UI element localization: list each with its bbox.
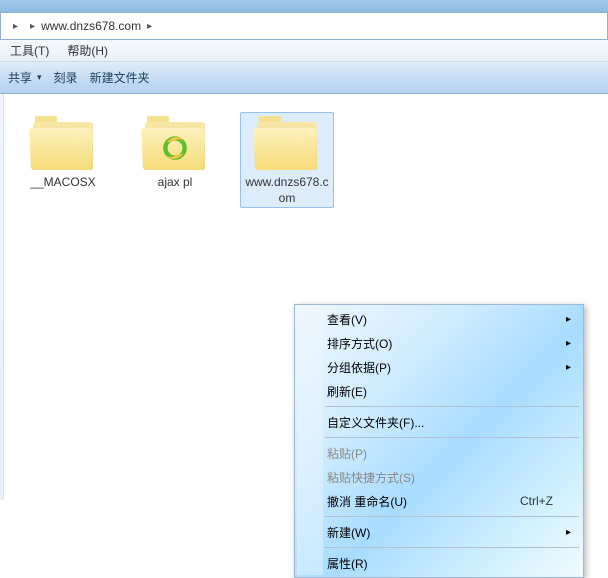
folder-icon <box>143 114 207 170</box>
chevron-right-icon: ▸ <box>566 362 571 373</box>
menu-item-label: 粘贴(P) <box>327 445 367 462</box>
context-menu-item[interactable]: 新建(W) ▸ <box>297 520 581 544</box>
file-item[interactable]: ajax pl <box>128 112 222 192</box>
file-label: www.dnzs678.com <box>242 174 332 206</box>
menu-item-label: 粘贴快捷方式(S) <box>327 469 415 486</box>
folder-icon <box>31 114 95 170</box>
menu-item-label: 自定义文件夹(F)... <box>327 414 424 431</box>
ie-icon <box>161 134 189 162</box>
file-list[interactable]: __MACOSX ajax pl <box>4 94 608 500</box>
menu-separator <box>325 437 579 438</box>
folder-icon <box>255 114 319 170</box>
chevron-right-icon: ▸ <box>13 21 18 32</box>
toolbar-burn[interactable]: 刻录 <box>54 69 78 86</box>
file-item[interactable]: __MACOSX <box>16 112 110 192</box>
file-item[interactable]: www.dnzs678.com <box>240 112 334 208</box>
menu-item-label: 分组依据(P) <box>327 359 391 376</box>
chevron-right-icon: ▸ <box>566 527 571 538</box>
menu-shortcut: Ctrl+Z <box>520 494 553 508</box>
chevron-right-icon: ▸ <box>566 314 571 325</box>
context-menu-item[interactable]: 刷新(E) <box>297 379 581 403</box>
chevron-right-icon: ▸ <box>147 21 152 32</box>
menu-item-label: 刷新(E) <box>327 383 367 400</box>
context-menu-item[interactable]: 自定义文件夹(F)... <box>297 410 581 434</box>
menu-bar: 工具(T) 帮助(H) <box>0 40 608 62</box>
context-menu-item[interactable]: 查看(V) ▸ <box>297 307 581 331</box>
menu-item-label: 查看(V) <box>327 311 367 328</box>
context-menu-item[interactable]: 排序方式(O) ▸ <box>297 331 581 355</box>
menu-item-label: 属性(R) <box>327 555 368 572</box>
menu-help[interactable]: 帮助(H) <box>63 40 112 61</box>
context-menu-item[interactable]: 分组依据(P) ▸ <box>297 355 581 379</box>
toolbar: 共享 刻录 新建文件夹 <box>0 62 608 94</box>
context-menu-item: 粘贴快捷方式(S) <box>297 465 581 489</box>
file-label: ajax pl <box>158 174 193 190</box>
window-title-bar <box>0 0 608 12</box>
menu-tools[interactable]: 工具(T) <box>6 40 53 61</box>
menu-item-label: 排序方式(O) <box>327 335 392 352</box>
menu-item-label: 撤消 重命名(U) <box>327 493 407 510</box>
file-label: __MACOSX <box>30 174 95 190</box>
chevron-right-icon: ▸ <box>30 21 35 32</box>
context-menu-item: 粘贴(P) <box>297 441 581 465</box>
menu-separator <box>325 516 579 517</box>
menu-separator <box>325 547 579 548</box>
chevron-right-icon: ▸ <box>566 338 571 349</box>
menu-separator <box>325 406 579 407</box>
context-menu: 查看(V) ▸ 排序方式(O) ▸ 分组依据(P) ▸ 刷新(E) 自定义文件夹(F)... 粘… <box>294 304 584 578</box>
context-menu-item[interactable]: 撤消 重命名(U) Ctrl+Z <box>297 489 581 513</box>
content-area: __MACOSX ajax pl <box>0 94 608 500</box>
address-bar[interactable]: ▸ ▸ www.dnzs678.com ▸ <box>0 12 608 40</box>
toolbar-share[interactable]: 共享 <box>8 69 42 86</box>
menu-item-label: 新建(W) <box>327 524 370 541</box>
address-segment[interactable]: www.dnzs678.com <box>41 19 141 33</box>
toolbar-new-folder[interactable]: 新建文件夹 <box>90 69 150 86</box>
context-menu-item[interactable]: 属性(R) <box>297 551 581 575</box>
